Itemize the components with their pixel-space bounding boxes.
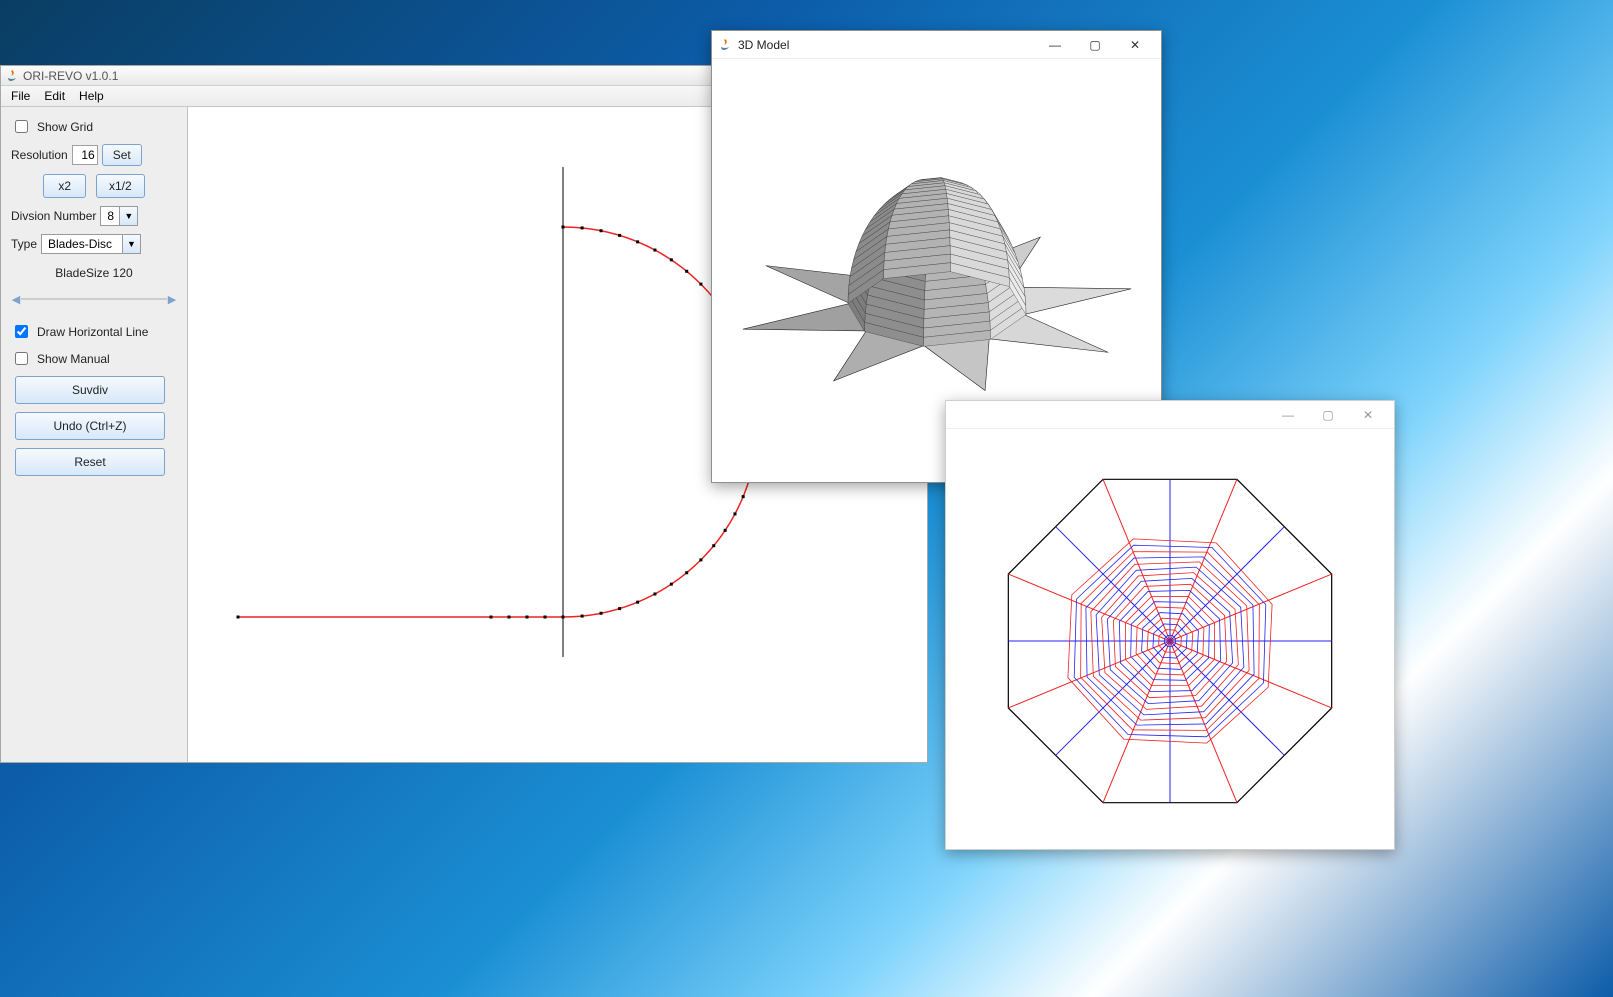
chevron-down-icon[interactable]: ▼ xyxy=(123,234,141,254)
set-button[interactable]: Set xyxy=(102,144,142,166)
show-manual-checkbox[interactable] xyxy=(15,352,28,365)
control-sidebar: Show Grid Resolution Set x2 x1/2 Divsion… xyxy=(1,107,188,762)
menu-edit[interactable]: Edit xyxy=(38,87,71,105)
slider-groove xyxy=(21,298,167,300)
draw-horizontal-checkbox[interactable] xyxy=(15,325,28,338)
bladesize-label: BladeSize 120 xyxy=(55,266,132,280)
show-grid-checkbox[interactable] xyxy=(15,120,28,133)
type-value: Blades-Disc xyxy=(41,234,123,254)
show-manual-label: Show Manual xyxy=(37,352,110,366)
x-half-button[interactable]: x1/2 xyxy=(96,174,145,198)
menu-file[interactable]: File xyxy=(5,87,36,105)
java-icon xyxy=(5,69,19,83)
crease-pattern xyxy=(946,429,1394,849)
undo-button[interactable]: Undo (Ctrl+Z) xyxy=(15,412,165,440)
show-grid-label: Show Grid xyxy=(37,120,93,134)
menu-help[interactable]: Help xyxy=(73,87,110,105)
canvas-crease-pattern[interactable] xyxy=(946,429,1394,849)
resolution-input[interactable] xyxy=(72,145,98,165)
maximize-button[interactable]: ▢ xyxy=(1075,33,1115,57)
window-3d-title: 3D Model xyxy=(738,38,1035,52)
division-number-value: 8 xyxy=(100,206,120,226)
division-number-select[interactable]: 8 ▼ xyxy=(100,206,138,226)
type-select[interactable]: Blades-Disc ▼ xyxy=(41,234,141,254)
window-crease-pattern: — ▢ ✕ xyxy=(945,400,1395,850)
bladesize-slider[interactable]: ◀ ▶ xyxy=(11,290,177,308)
window-title: ORI-REVO v1.0.1 xyxy=(23,69,118,83)
division-number-label: Divsion Number xyxy=(11,209,96,223)
titlebar-3d[interactable]: 3D Model — ▢ ✕ xyxy=(712,31,1161,59)
draw-horizontal-label: Draw Horizontal Line xyxy=(37,325,148,339)
maximize-button[interactable]: ▢ xyxy=(1308,403,1348,427)
minimize-button[interactable]: — xyxy=(1268,403,1308,427)
chevron-down-icon[interactable]: ▼ xyxy=(120,206,138,226)
java-icon xyxy=(718,38,732,52)
close-button[interactable]: ✕ xyxy=(1348,403,1388,427)
subdiv-button[interactable]: Suvdiv xyxy=(15,376,165,404)
minimize-button[interactable]: — xyxy=(1035,33,1075,57)
reset-button[interactable]: Reset xyxy=(15,448,165,476)
titlebar-cp[interactable]: — ▢ ✕ xyxy=(946,401,1394,429)
close-button[interactable]: ✕ xyxy=(1115,33,1155,57)
x2-button[interactable]: x2 xyxy=(43,174,86,198)
slider-right-arrow-icon[interactable]: ▶ xyxy=(165,290,179,308)
type-label: Type xyxy=(11,237,37,251)
resolution-label: Resolution xyxy=(11,148,68,162)
